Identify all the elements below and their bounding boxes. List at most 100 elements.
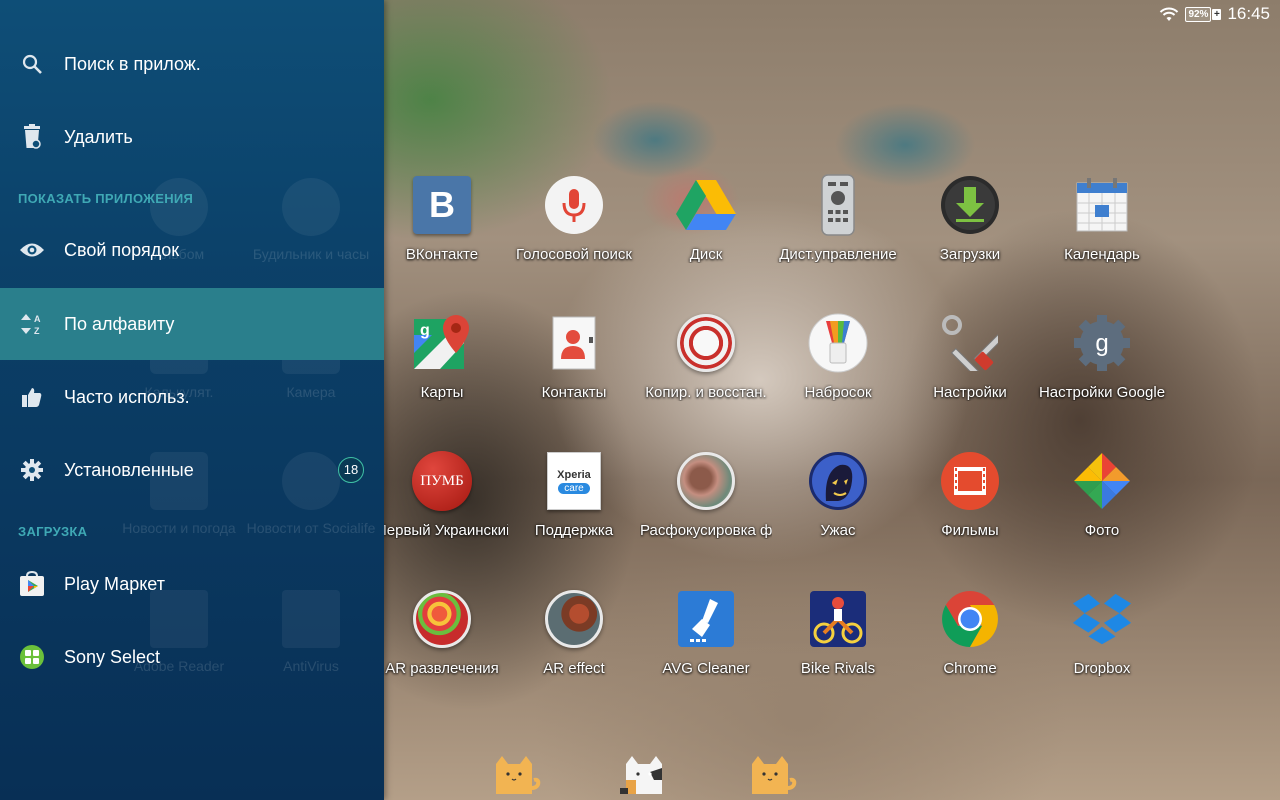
drawer-item-sony-select[interactable]: Sony Select xyxy=(0,621,384,693)
chrome-icon xyxy=(939,588,1001,650)
vk-icon: B xyxy=(411,174,473,236)
app-xperia-care[interactable]: Xperia care Поддержка xyxy=(508,450,640,539)
app-backup-restore[interactable]: Копир. и восстан. xyxy=(640,312,772,401)
app-label: Поддержка xyxy=(534,522,614,539)
sony-select-icon xyxy=(18,643,46,671)
app-label: Chrome xyxy=(943,660,997,677)
app-settings-tools[interactable]: Настройки xyxy=(904,312,1036,401)
app-label: ВКонтакте xyxy=(405,246,479,263)
drawer-item-installed[interactable]: Установленные 18 xyxy=(0,434,384,506)
app-google-settings[interactable]: g Настройки Google xyxy=(1036,312,1168,401)
app-horror[interactable]: Ужас xyxy=(772,450,904,539)
battery-indicator: 92% + xyxy=(1185,6,1222,22)
app-avg-cleaner[interactable]: AVG Cleaner xyxy=(640,588,772,677)
section-header-download: ЗАГРУЗКА xyxy=(18,524,88,539)
app-label: Фото xyxy=(1084,522,1120,539)
app-downloads[interactable]: Загрузки xyxy=(904,174,1036,263)
app-label: Расфокусировка ф xyxy=(640,522,772,539)
drawer-item-label: Часто использ. xyxy=(64,386,190,407)
calendar-icon xyxy=(1071,174,1133,236)
drawer-item-alphabetical[interactable]: AZ По алфавиту xyxy=(0,288,384,360)
drawer-item-play-market[interactable]: Play Маркет xyxy=(0,548,384,620)
drawer-item-own-order[interactable]: Свой порядок xyxy=(0,214,384,286)
app-vk[interactable]: B ВКонтакте xyxy=(376,174,508,263)
cat-dock-icon-2[interactable] xyxy=(748,754,798,796)
app-chrome[interactable]: Chrome xyxy=(904,588,1036,677)
app-movies[interactable]: Фильмы xyxy=(904,450,1036,539)
drawer-item-search[interactable]: Поиск в прилож. xyxy=(0,28,384,100)
app-dropbox[interactable]: Dropbox xyxy=(1036,588,1168,677)
gear-icon xyxy=(18,456,46,484)
app-label: AR развлечения xyxy=(385,660,499,677)
app-bike-rivals[interactable]: Bike Rivals xyxy=(772,588,904,677)
drawer-item-label: Поиск в прилож. xyxy=(64,53,201,74)
app-label: Контакты xyxy=(541,384,607,401)
app-photos[interactable]: Фото xyxy=(1036,450,1168,539)
bike-rivals-icon xyxy=(807,588,869,650)
app-label: Dropbox xyxy=(1073,660,1131,677)
app-label: Набросок xyxy=(804,384,872,401)
drawer-item-label: Удалить xyxy=(64,126,133,147)
svg-text:g: g xyxy=(420,322,430,339)
app-label: Фильмы xyxy=(941,522,999,539)
settings-tools-icon xyxy=(939,312,1001,374)
search-icon xyxy=(18,50,46,78)
play-store-icon xyxy=(18,570,46,598)
backup-restore-icon xyxy=(675,312,737,374)
drawer-item-label: Sony Select xyxy=(64,646,161,667)
ar-fun-icon xyxy=(411,588,473,650)
svg-text:Z: Z xyxy=(34,326,40,336)
app-background-defocus[interactable]: Расфокусировка ф xyxy=(640,450,772,539)
app-label: Копир. и восстан. xyxy=(645,384,767,401)
sketch-icon xyxy=(807,312,869,374)
app-label: Карты xyxy=(420,384,464,401)
app-label: AR effect xyxy=(543,660,605,677)
thumbs-up-icon xyxy=(18,383,46,411)
contacts-icon xyxy=(543,312,605,374)
movies-icon xyxy=(939,450,1001,512)
app-ar-effect[interactable]: AR effect xyxy=(508,588,640,677)
app-calendar[interactable]: Календарь xyxy=(1036,174,1168,263)
app-drawer-menu: Альбом Будильник и часы Калькулят. Камер… xyxy=(0,0,384,800)
background-defocus-icon xyxy=(675,450,737,512)
status-bar-right: 92% + 16:45 xyxy=(1159,4,1270,24)
app-label: Первый Украинский xyxy=(376,522,508,539)
app-label: Диск xyxy=(689,246,723,263)
cat-dock-icon[interactable] xyxy=(492,754,542,796)
app-maps[interactable]: g Карты xyxy=(376,312,508,401)
app-drive[interactable]: Диск xyxy=(640,174,772,263)
app-label: Настройки Google xyxy=(1038,384,1166,401)
drawer-item-label: По алфавиту xyxy=(64,313,175,334)
trash-icon xyxy=(18,123,46,151)
app-remote-control[interactable]: Дист.управление xyxy=(772,174,904,263)
downloads-icon xyxy=(939,174,1001,236)
avg-cleaner-icon xyxy=(675,588,737,650)
app-label: AVG Cleaner xyxy=(662,660,750,677)
horror-icon xyxy=(807,450,869,512)
app-voice-search[interactable]: Голосовой поиск xyxy=(508,174,640,263)
ar-effect-icon xyxy=(543,588,605,650)
clock: 16:45 xyxy=(1227,4,1270,23)
app-ar-fun[interactable]: AR развлечения xyxy=(376,588,508,677)
app-label: Ужас xyxy=(820,522,856,539)
svg-text:A: A xyxy=(34,314,41,324)
app-label: Bike Rivals xyxy=(800,660,876,677)
xperia-care-icon: Xperia care xyxy=(543,450,605,512)
app-label: Голосовой поиск xyxy=(515,246,632,263)
photos-icon xyxy=(1071,450,1133,512)
app-contacts[interactable]: Контакты xyxy=(508,312,640,401)
drawer-item-uninstall[interactable]: Удалить xyxy=(0,101,384,173)
app-pumb[interactable]: ПУМБ Первый Украинский xyxy=(376,450,508,539)
svg-text:g: g xyxy=(1095,330,1108,357)
app-sketch[interactable]: Набросок xyxy=(772,312,904,401)
drawer-item-label: Play Маркет xyxy=(64,573,165,594)
drawer-item-label: Свой порядок xyxy=(64,239,180,260)
battery-percent: 92% xyxy=(1185,6,1212,22)
drive-icon xyxy=(675,174,737,236)
app-label: Дист.управление xyxy=(779,246,897,263)
wifi-icon xyxy=(1160,7,1179,21)
installed-count-badge: 18 xyxy=(338,457,364,483)
cat-dock-icon-white[interactable] xyxy=(620,754,670,796)
ghost-app-label: Новости от Socialife xyxy=(246,520,376,536)
drawer-item-frequently-used[interactable]: Часто использ. xyxy=(0,361,384,433)
